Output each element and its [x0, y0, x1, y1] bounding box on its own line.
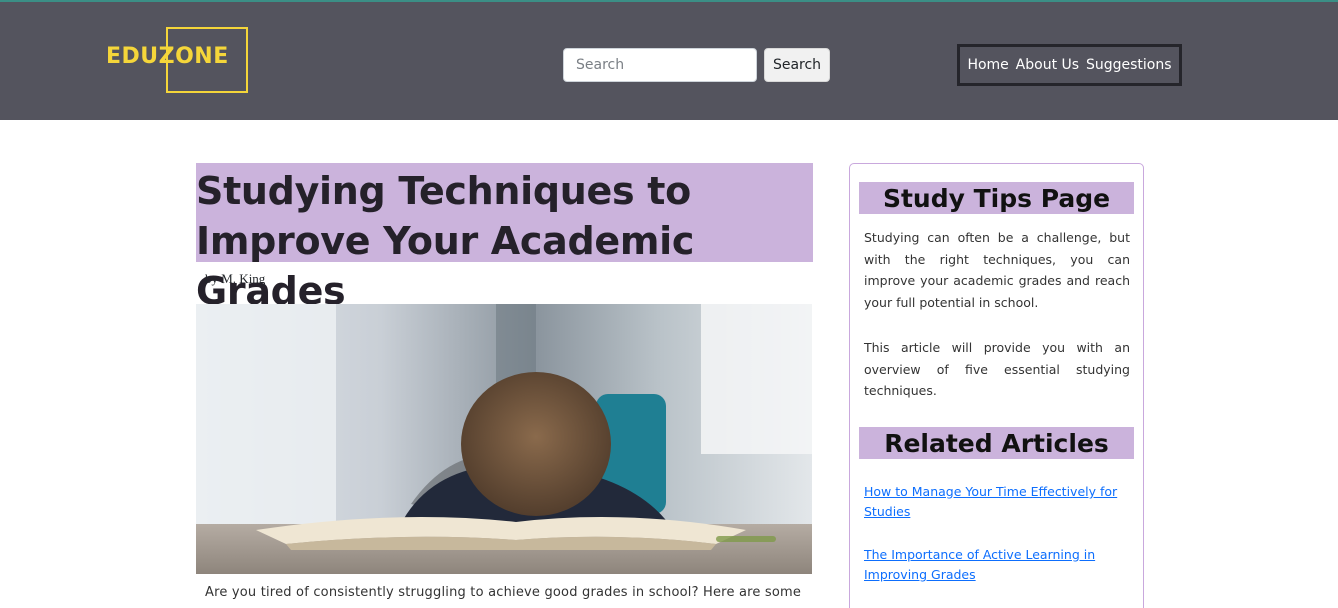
- sidebar-paragraph: Studying can often be a challenge, but w…: [864, 230, 1130, 310]
- sidebar-heading: Study Tips Page: [859, 182, 1134, 214]
- article-byline: by M. King: [205, 271, 266, 286]
- related-articles-heading: Related Articles: [859, 427, 1134, 459]
- hero-image: [196, 304, 812, 574]
- search-input[interactable]: [563, 48, 757, 82]
- nav-home[interactable]: Home: [967, 57, 1008, 73]
- main-nav: Home About Us Suggestions: [957, 44, 1182, 86]
- article-intro: Are you tired of consistently struggling…: [205, 585, 802, 600]
- nav-about-us[interactable]: About Us: [1016, 57, 1079, 73]
- search-button[interactable]: Search: [764, 48, 830, 82]
- nav-suggestions[interactable]: Suggestions: [1086, 57, 1172, 73]
- article-title: Studying Techniques to Improve Your Acad…: [196, 169, 695, 313]
- related-article-link[interactable]: How to Manage Your Time Effectively for …: [864, 482, 1134, 522]
- related-article-link[interactable]: The Importance of Active Learning in Imp…: [864, 545, 1134, 585]
- sidebar-paragraph: This article will provide you with an ov…: [864, 340, 1130, 398]
- site-logo[interactable]: EDUZONE: [106, 44, 229, 69]
